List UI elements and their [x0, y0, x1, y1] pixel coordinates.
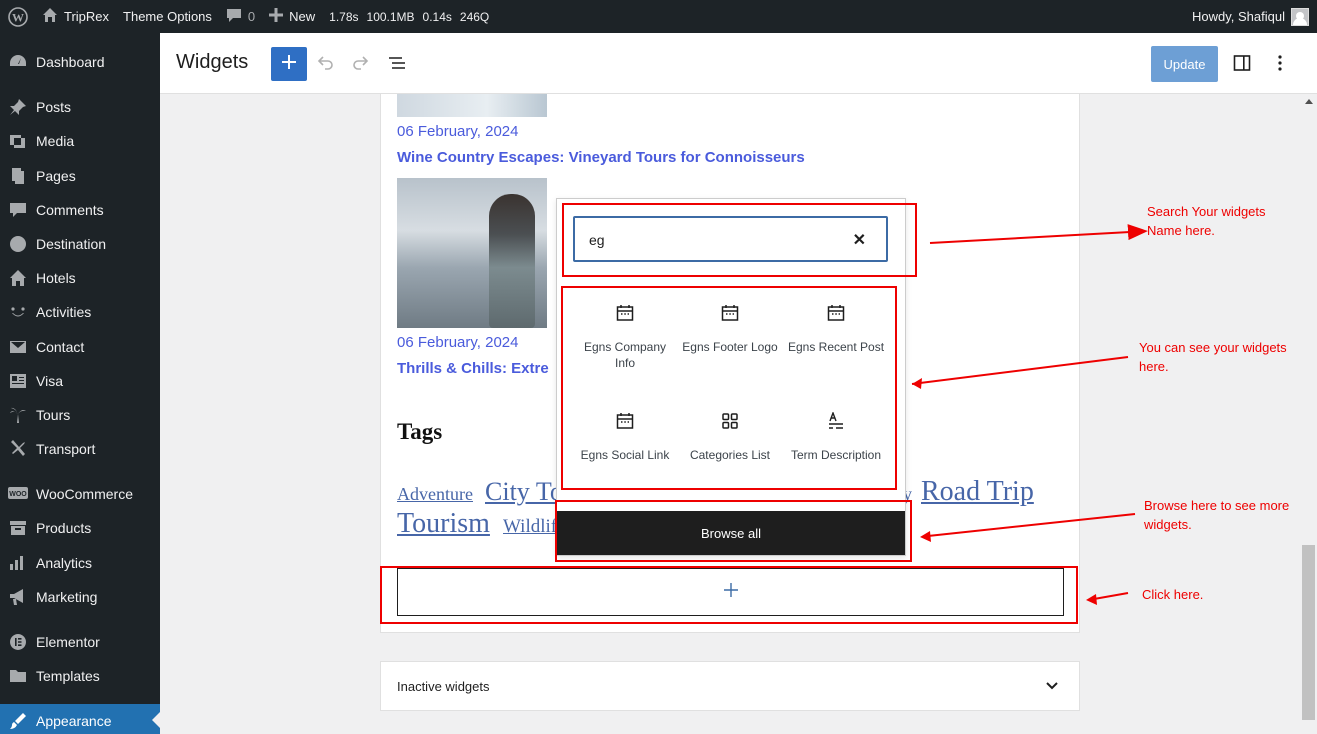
annotation-note-search: Search Your widgets Name here.: [1147, 204, 1266, 238]
arrowhead-browse: [920, 531, 931, 542]
annotation-note-click: Click here.: [1142, 587, 1204, 602]
arrow-click: [1093, 592, 1129, 600]
arrow-browse: [927, 513, 1136, 537]
arrowhead-click: [1086, 594, 1097, 605]
arrow-results: [911, 356, 1129, 385]
annotation-note-results: You can see your widgets here.: [1139, 340, 1287, 374]
annotation-note-browse: Browse here to see more widgets.: [1144, 498, 1290, 532]
arrowhead-results: [912, 378, 922, 389]
annotation-arrows: [911, 224, 1148, 605]
arrow-search: [929, 224, 1148, 244]
